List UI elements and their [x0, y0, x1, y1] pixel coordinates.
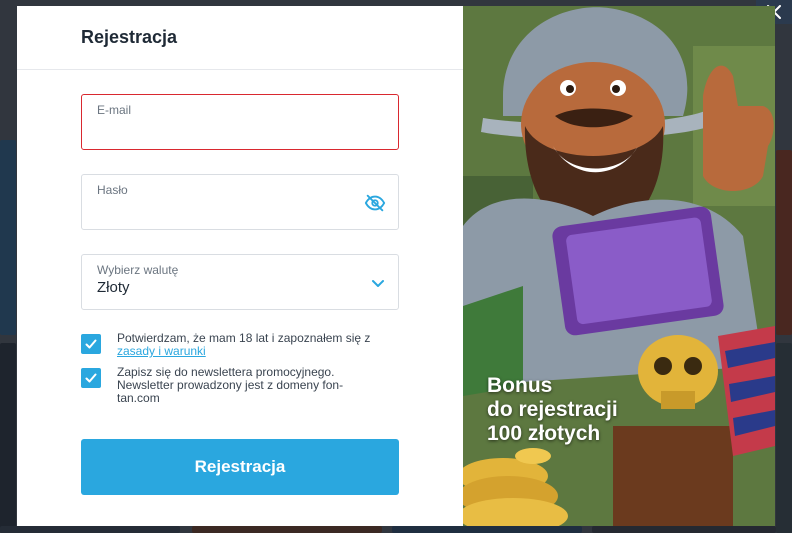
age-consent-checkbox[interactable] [81, 334, 101, 354]
newsletter-consent-row: Zapisz się do newslettera promocyjnego. … [81, 366, 399, 405]
email-label: E-mail [97, 103, 132, 117]
password-label: Hasło [97, 183, 128, 197]
age-consent-row: Potwierdzam, że mam 18 lat i zapoznałem … [81, 332, 399, 358]
promo-text: Bonus do rejestracji 100 złotych [487, 374, 618, 446]
password-input[interactable] [97, 200, 357, 222]
newsletter-checkbox[interactable] [81, 368, 101, 388]
register-button[interactable]: Rejestracja [81, 439, 399, 495]
promo-line-1: Bonus [487, 374, 553, 397]
age-consent-label: Potwierdzam, że mam 18 lat i zapoznałem … [117, 331, 371, 345]
registration-modal: Rejestracja E-mail Hasło Wybierz walutę … [17, 6, 775, 526]
promo-line-3: 100 złotych [487, 422, 601, 445]
currency-label: Wybierz walutę [97, 263, 179, 277]
currency-value: Złoty [97, 279, 130, 296]
promo-line-2: do rejestracji [487, 398, 618, 421]
age-consent-text: Potwierdzam, że mam 18 lat i zapoznałem … [117, 332, 370, 358]
check-icon [85, 373, 97, 383]
email-field[interactable]: E-mail [81, 94, 399, 150]
newsletter-consent-text: Zapisz się do newslettera promocyjnego. … [117, 365, 344, 405]
registration-form: Rejestracja E-mail Hasło Wybierz walutę … [17, 6, 463, 526]
email-input[interactable] [97, 120, 357, 142]
modal-title: Rejestracja [81, 27, 178, 47]
promo-banner: Bonus do rejestracji 100 złotych [463, 6, 775, 526]
currency-select[interactable]: Wybierz walutę Złoty [81, 254, 399, 310]
check-icon [85, 339, 97, 349]
chevron-down-icon[interactable] [370, 275, 386, 291]
eye-off-icon[interactable] [364, 192, 386, 214]
terms-link[interactable]: zasady i warunki [117, 344, 206, 358]
password-field[interactable]: Hasło [81, 174, 399, 230]
pirate-illustration [463, 6, 775, 526]
modal-header: Rejestracja [17, 6, 463, 70]
